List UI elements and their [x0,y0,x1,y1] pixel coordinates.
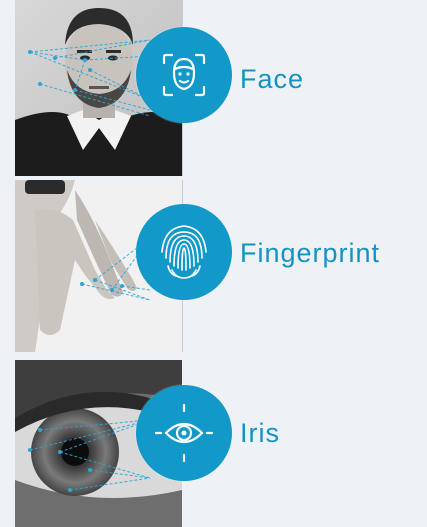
biometric-row-fingerprint: Fingerprint [0,180,427,352]
fingerprint-label: Fingerprint [240,238,381,268]
face-label: Face [240,64,305,94]
fingerprint-icon [161,225,207,279]
biometric-row-face: Face [0,0,427,176]
iris-label: Iris [240,418,280,448]
biometric-row-iris: Iris [0,360,427,527]
fingerprint-icon-badge [136,204,232,300]
face-scan-icon-badge [136,27,232,123]
eye-icon-badge [136,385,232,481]
face-scan-icon [162,53,206,97]
eye-icon [154,403,214,463]
